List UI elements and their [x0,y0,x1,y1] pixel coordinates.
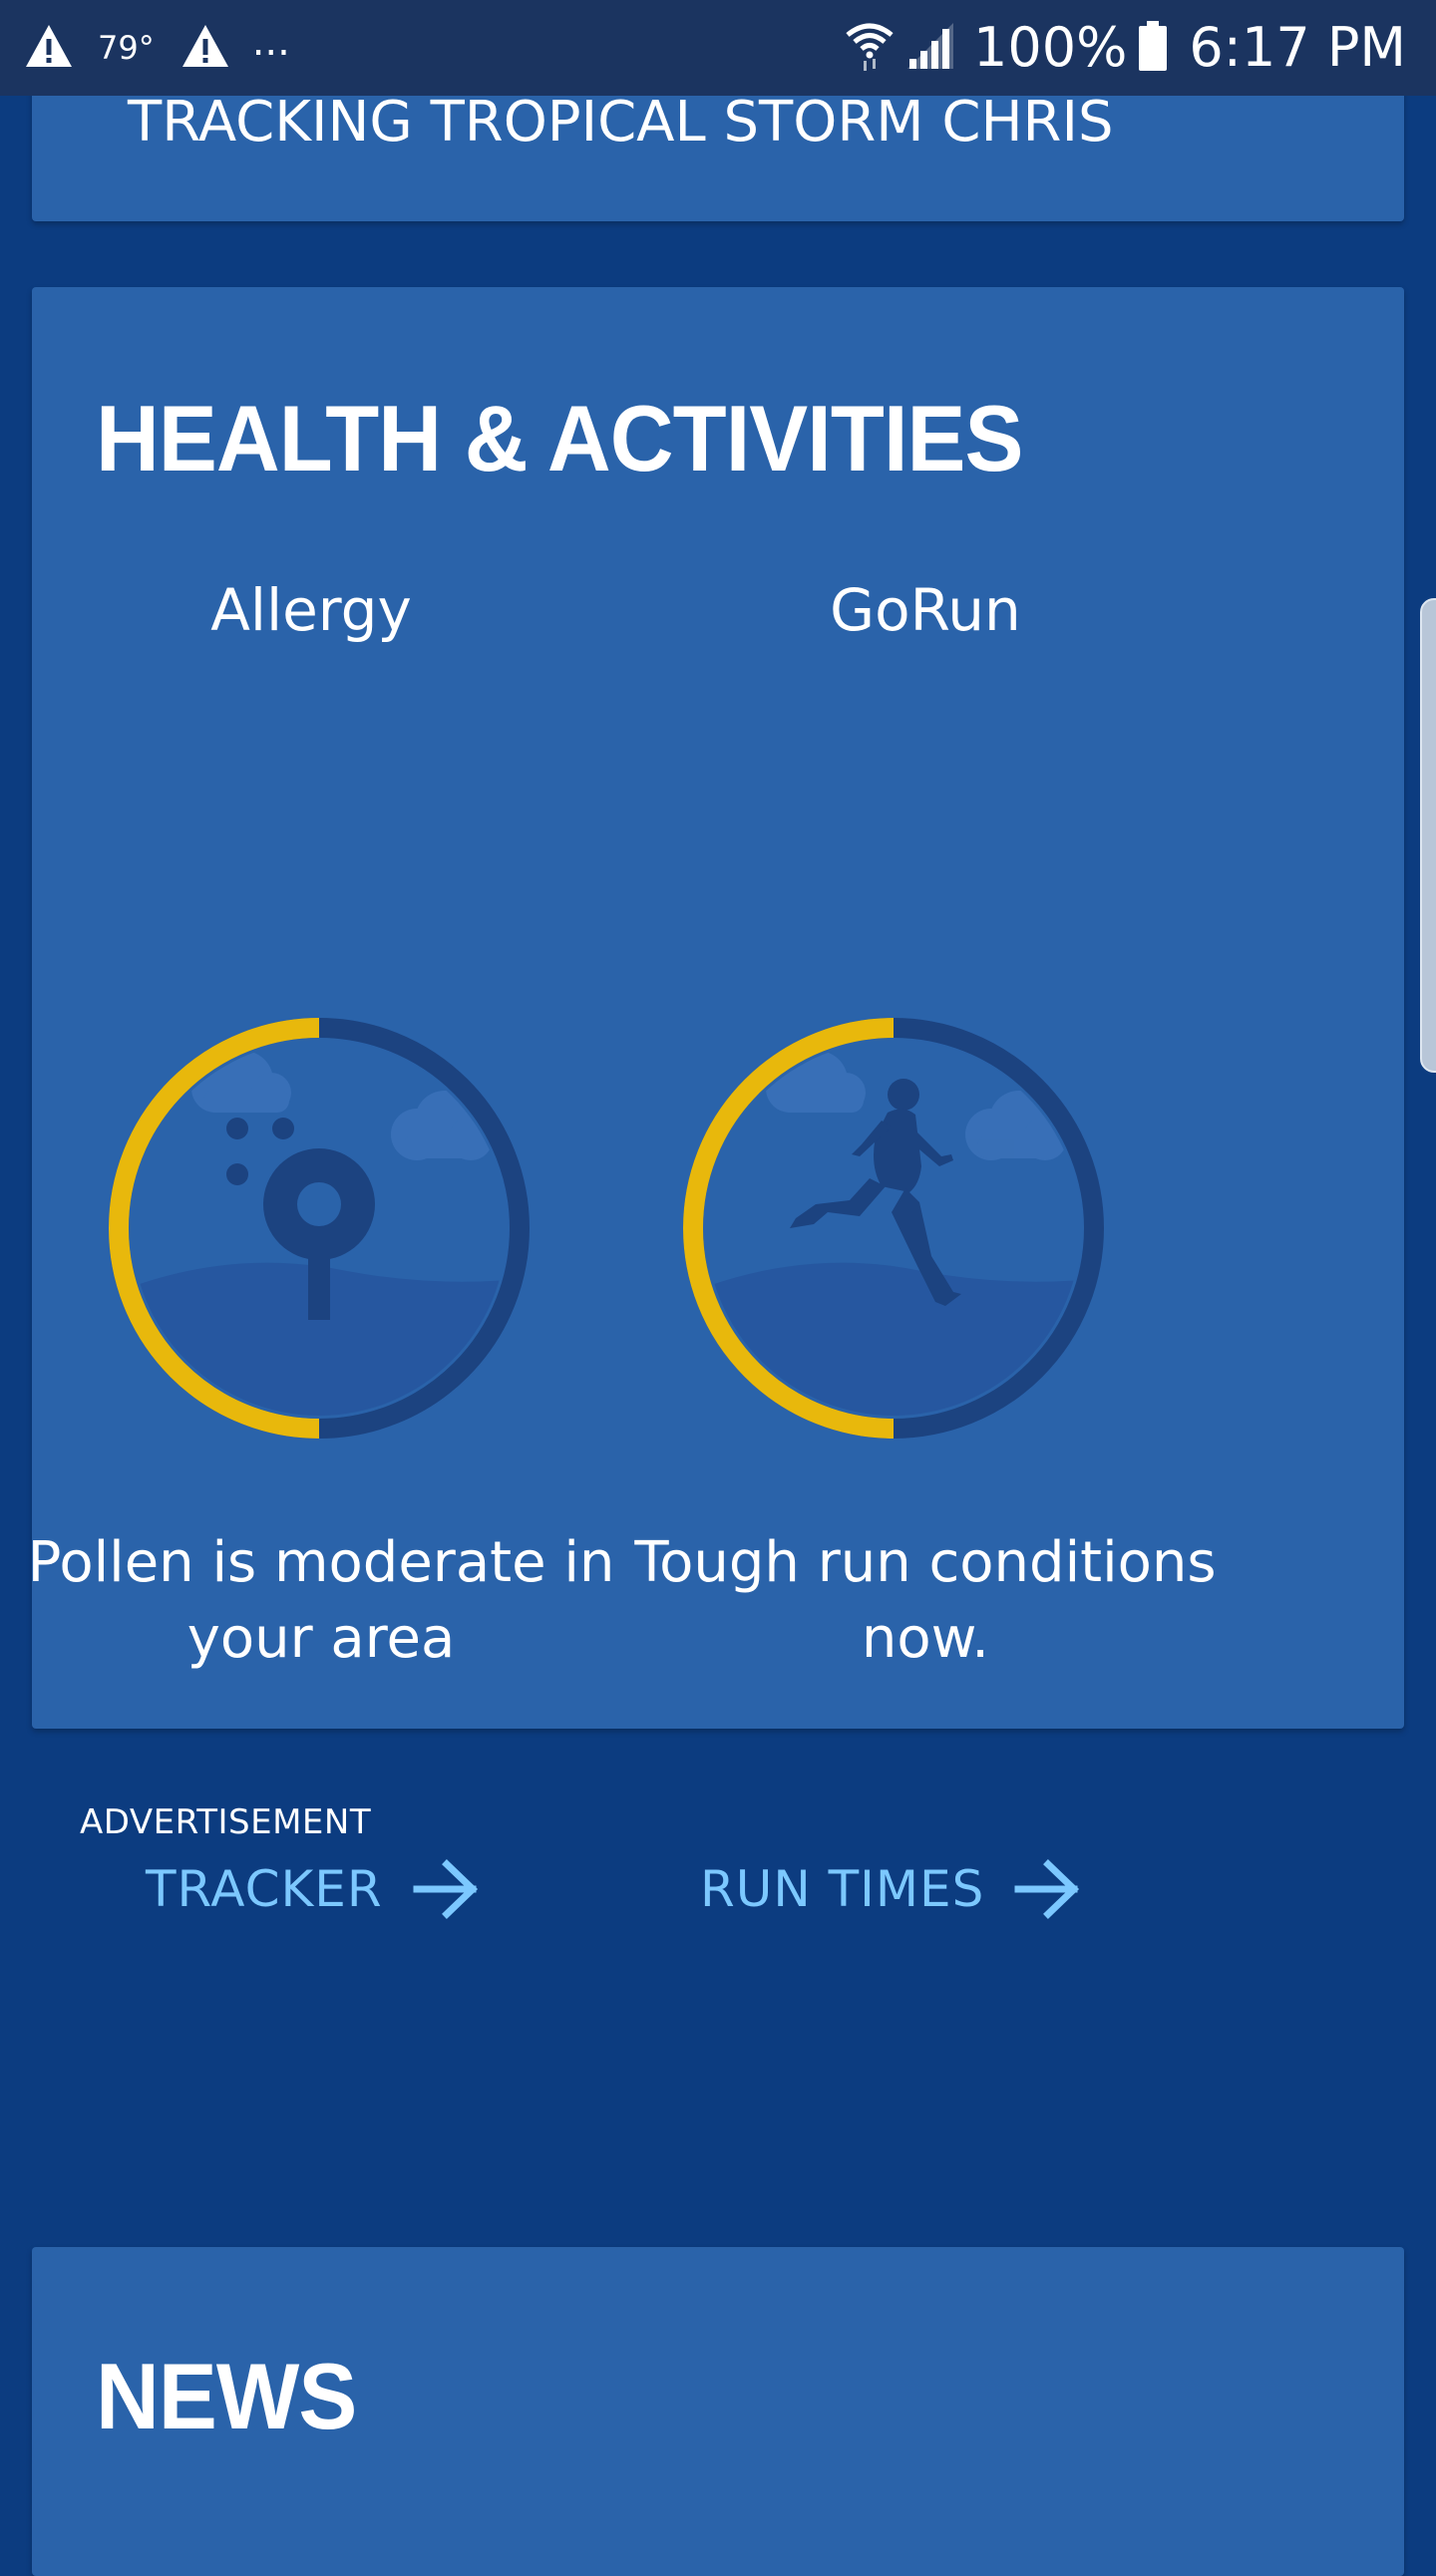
health-activities-card: HEALTH & ACTIVITIES Allergy Pollen is mo… [28,287,1404,1919]
tracker-link[interactable]: TRACKER [146,1858,481,1920]
signal-icon [905,21,955,75]
status-right: 100% 6:17 PM [844,14,1406,82]
status-left: 79° ... [24,18,290,78]
status-temperature: 79° [98,29,155,67]
scroll-handle[interactable] [1420,598,1436,1073]
health-section-title: HEALTH & ACTIVITIES [96,386,1023,490]
arrow-right-icon [1014,1859,1080,1919]
news-section-title: NEWS [96,2344,357,2448]
runner-icon [683,1018,1104,1439]
wifi-icon [844,19,896,77]
alert-icon [24,23,74,73]
allergy-ring[interactable] [108,1017,531,1440]
allergy-tile[interactable]: Allergy Pollen is moderate in your area … [28,576,620,1919]
news-card: NEWS [32,2247,1404,2576]
battery-icon [1137,19,1169,77]
advertisement-label: ADVERTISEMENT [80,1802,372,1842]
gorun-tile[interactable]: GoRun Tough run conditions now. RUN TIME… [634,576,1217,1919]
arrow-right-icon [413,1859,478,1919]
allergy-tile-description: Pollen is moderate in your area [27,1530,615,1671]
gorun-ring[interactable] [682,1017,1105,1440]
status-bar: 79° ... 100% 6:17 PM [0,0,1436,96]
tracker-link-label: TRACKER [146,1860,383,1918]
status-time: 6:17 PM [1189,16,1406,79]
gorun-tile-name: GoRun [830,576,1021,644]
status-battery-percent: 100% [973,16,1128,79]
status-more-indicator: ... [251,19,290,65]
pollen-icon [109,1018,530,1439]
alert-icon [180,23,230,73]
run-times-link-label: RUN TIMES [700,1860,985,1918]
storm-tracking-title[interactable]: TRACKING TROPICAL STORM CHRIS [128,90,1114,155]
allergy-tile-name: Allergy [210,576,412,644]
run-times-link[interactable]: RUN TIMES [700,1858,1082,1920]
gorun-tile-description: Tough run conditions now. [634,1530,1217,1671]
